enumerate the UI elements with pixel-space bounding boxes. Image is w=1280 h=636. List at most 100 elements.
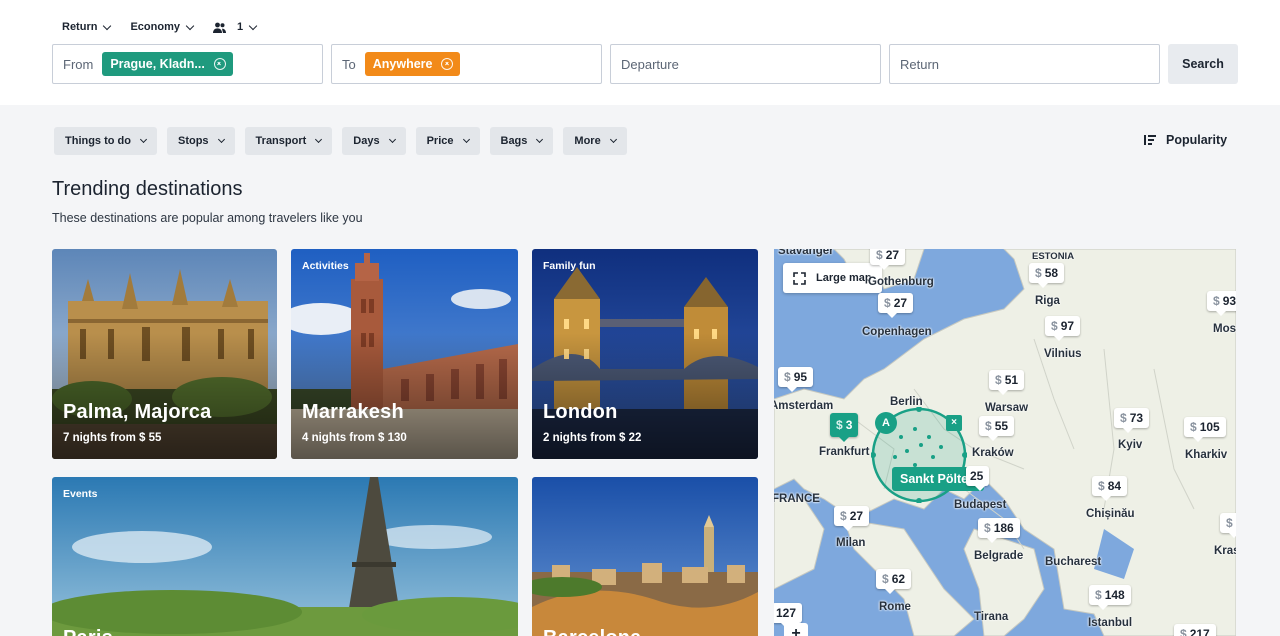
to-chip[interactable]: Anywhere — [364, 52, 461, 76]
currency-symbol: $ — [1098, 479, 1105, 493]
from-field[interactable]: From Prague, Kladn... — [52, 44, 323, 84]
price-pin-highlighted[interactable]: $3 — [830, 413, 859, 442]
price-pin[interactable]: $27 — [878, 293, 914, 318]
home-marker[interactable]: A — [875, 412, 897, 434]
section-title: Trending destinations — [52, 178, 243, 200]
price-pin[interactable]: $217 — [1174, 624, 1216, 636]
large-map-button[interactable]: Large map — [783, 263, 882, 293]
price-pin[interactable]: $27 — [870, 249, 906, 270]
card-price: 2 nights from $ 22 — [543, 432, 642, 444]
filter-price[interactable]: Price — [415, 127, 480, 155]
map-city-label: Kyiv — [1118, 439, 1143, 451]
destination-card-marrakesh[interactable]: Activities Marrakesh 4 nights from $ 130 — [291, 249, 518, 459]
price-pin[interactable]: $105 — [1184, 417, 1226, 442]
from-chip[interactable]: Prague, Kladn... — [102, 52, 233, 76]
chevron-down-icon — [217, 135, 225, 144]
map-city-label: Warsaw — [985, 402, 1029, 414]
filter-things-to-do[interactable]: Things to do — [54, 127, 157, 155]
trip-type-dropdown[interactable]: Return — [62, 18, 112, 36]
map-city-label: Stavanger — [778, 249, 834, 257]
price-pin[interactable]: $186 — [978, 518, 1020, 543]
chevron-down-icon — [315, 135, 323, 144]
destination-card-palma[interactable]: Palma, Majorca 7 nights from $ 55 — [52, 249, 277, 459]
zoom-in-button[interactable]: + — [784, 623, 808, 636]
price-pin[interactable]: $93 — [1207, 291, 1236, 316]
filter-transport[interactable]: Transport — [244, 127, 333, 155]
passengers-dropdown[interactable]: 1 — [212, 18, 258, 36]
currency-symbol: $ — [1035, 266, 1042, 280]
to-label: To — [342, 56, 356, 72]
cabin-class-label: Economy — [130, 21, 180, 33]
return-field[interactable]: Return — [889, 44, 1160, 84]
currency-symbol: $ — [1190, 420, 1197, 434]
remove-chip-icon[interactable] — [213, 58, 226, 70]
price-value: 58 — [1044, 266, 1059, 280]
chevron-down-icon — [462, 135, 470, 144]
currency-symbol: $ — [984, 521, 991, 535]
filter-label: Bags — [500, 135, 528, 147]
map-city-label: Rome — [879, 601, 911, 613]
currency-symbol: $ — [1095, 588, 1102, 602]
map-city-label: Bucharest — [1045, 556, 1102, 568]
trip-type-label: Return — [62, 21, 98, 33]
currency-symbol: $ — [836, 418, 843, 432]
currency-symbol: $ — [995, 373, 1002, 387]
price-pin[interactable]: $97 — [1045, 316, 1081, 341]
filter-label: Days — [353, 135, 380, 147]
destination-card-london[interactable]: Family fun London 2 nights from $ 22 — [532, 249, 758, 459]
map-city-label: Belgrade — [974, 550, 1024, 562]
price-pin[interactable]: $27 — [834, 506, 870, 531]
search-button[interactable]: Search — [1168, 44, 1238, 84]
map-city-label: Amsterdam — [774, 400, 834, 412]
price-pin[interactable]: $51 — [989, 370, 1025, 395]
close-radius-icon[interactable]: × — [946, 415, 962, 431]
price-pin[interactable]: $73 — [1114, 408, 1150, 433]
map-city-label: Kraków — [972, 447, 1014, 459]
price-value: 3 — [845, 418, 853, 432]
filter-days[interactable]: Days — [342, 127, 406, 155]
card-title: Barcelona — [543, 627, 642, 636]
currency-symbol: $ — [1213, 294, 1220, 308]
map-city-label: Gothenburg — [868, 276, 934, 288]
filter-stops[interactable]: Stops — [166, 127, 235, 155]
map-city-label: Vilnius — [1044, 348, 1082, 360]
map-city-label: Krasnodar — [1214, 545, 1236, 557]
passenger-count: 1 — [236, 21, 244, 33]
to-field[interactable]: To Anywhere — [331, 44, 602, 84]
price-pin[interactable]: $62 — [876, 569, 912, 594]
destination-card-paris[interactable]: Events Paris — [52, 477, 518, 636]
price-pin[interactable]: $55 — [979, 416, 1015, 441]
price-pin[interactable]: $58 — [1029, 263, 1065, 288]
from-label: From — [63, 56, 94, 72]
map-city-label: Chișinău — [1086, 508, 1135, 520]
filter-more[interactable]: More — [563, 127, 627, 155]
currency-symbol: $ — [1120, 411, 1127, 425]
remove-chip-icon[interactable] — [441, 58, 454, 70]
price-pin[interactable]: $148 — [1089, 585, 1131, 610]
destinations-map[interactable]: A × Sankt Pölten Large map ESTONIA Stava… — [774, 249, 1236, 636]
search-header: Return Economy 1 From Prague, Kladn... T… — [0, 0, 1280, 105]
departure-field[interactable]: Departure — [610, 44, 881, 84]
price-pin[interactable]: $84 — [1092, 476, 1128, 501]
price-pin[interactable]: 127 — [774, 603, 803, 628]
price-pin[interactable]: $95 — [778, 367, 814, 392]
price-value: 95 — [793, 370, 808, 384]
to-chip-label: Anywhere — [372, 57, 433, 71]
destination-card-barcelona[interactable]: Barcelona — [532, 477, 758, 636]
price-value: 25 — [970, 469, 984, 483]
filter-label: Transport — [255, 135, 307, 147]
map-city-label: Tirana — [974, 611, 1009, 623]
price-value: 148 — [1104, 588, 1125, 602]
sort-label: Popularity — [1166, 133, 1228, 147]
eiffel-tower-image — [52, 477, 518, 636]
price-pin[interactable]: 25 — [966, 466, 990, 491]
cabin-class-dropdown[interactable]: Economy — [130, 18, 195, 36]
sort-dropdown[interactable]: Popularity — [1143, 133, 1227, 147]
filter-bags[interactable]: Bags — [489, 127, 554, 155]
price-pin[interactable]: $ — [1220, 513, 1236, 538]
price-value: 186 — [993, 521, 1014, 535]
map-city-label: ESTONIA — [1032, 251, 1075, 262]
map-city-label: Kharkiv — [1185, 449, 1228, 461]
map-city-label: FRANCE — [774, 493, 820, 505]
price-value: 55 — [994, 419, 1009, 433]
